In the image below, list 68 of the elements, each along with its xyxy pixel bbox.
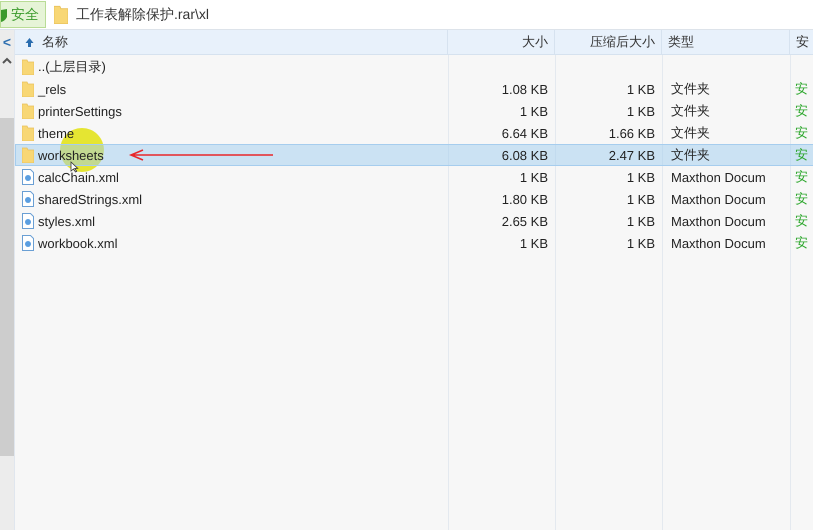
file-name: _rels bbox=[38, 82, 66, 96]
packed-size: 1 KB bbox=[626, 82, 655, 96]
folder-icon bbox=[54, 5, 68, 24]
file-row[interactable]: _rels 1.08 KB 1 KB 文件夹 安 bbox=[15, 78, 813, 100]
packed-size: 1 KB bbox=[626, 214, 655, 228]
file-type: Maxthon Docum bbox=[671, 214, 766, 228]
file-name: calcChain.xml bbox=[38, 170, 119, 184]
file-type: 文件夹 bbox=[671, 125, 710, 140]
file-row[interactable]: printerSettings 1 KB 1 KB 文件夹 安 bbox=[15, 100, 813, 122]
file-size: 1.80 KB bbox=[502, 192, 548, 206]
file-row[interactable]: worksheets 6.08 KB 2.47 KB 文件夹 安 bbox=[15, 144, 813, 166]
file-name: printerSettings bbox=[38, 104, 122, 118]
packed-size: 1 KB bbox=[626, 104, 655, 118]
file-name: ..(上层目录) bbox=[38, 58, 106, 76]
column-header[interactable]: 安 bbox=[790, 30, 813, 54]
folder-icon bbox=[22, 125, 34, 141]
file-size: 1 KB bbox=[520, 236, 548, 250]
file-type: Maxthon Docum bbox=[671, 170, 766, 184]
folder-icon bbox=[22, 103, 34, 119]
file-size: 1 KB bbox=[520, 170, 548, 184]
scrollbar-thumb[interactable] bbox=[0, 118, 14, 456]
security-status: 安 bbox=[795, 125, 808, 140]
document-icon bbox=[22, 169, 34, 185]
address-field[interactable]: 工作表解除保护.rar\xl bbox=[46, 0, 813, 29]
security-status: 安 bbox=[795, 169, 808, 184]
folder-icon bbox=[22, 59, 34, 75]
security-status: 安 bbox=[795, 81, 808, 96]
column-header[interactable]: 大小 bbox=[448, 30, 555, 54]
security-status: 安 bbox=[795, 147, 808, 162]
back-button[interactable]: < bbox=[2, 30, 12, 54]
shield-icon bbox=[1, 8, 7, 22]
packed-size: 2.47 KB bbox=[608, 148, 655, 162]
column-header[interactable]: 类型 bbox=[662, 30, 790, 54]
packed-size: 1 KB bbox=[626, 192, 655, 206]
file-size: 2.65 KB bbox=[502, 214, 548, 228]
file-name: sharedStrings.xml bbox=[38, 192, 142, 206]
file-row[interactable]: calcChain.xml 1 KB 1 KB Maxthon Docum 安 bbox=[15, 166, 813, 188]
file-size: 6.64 KB bbox=[502, 126, 548, 140]
file-type: Maxthon Docum bbox=[671, 192, 766, 206]
packed-size: 1 KB bbox=[626, 170, 655, 184]
mouse-pointer-icon bbox=[70, 161, 79, 173]
file-size: 1.08 KB bbox=[502, 82, 548, 96]
column-header[interactable]: 名称 bbox=[42, 33, 68, 51]
packed-size: 1.66 KB bbox=[608, 126, 655, 140]
file-type: 文件夹 bbox=[671, 147, 710, 162]
file-name: workbook.xml bbox=[38, 236, 118, 250]
folder-icon bbox=[22, 81, 34, 97]
file-name: styles.xml bbox=[38, 214, 96, 228]
folder-icon bbox=[22, 147, 34, 163]
file-row[interactable]: workbook.xml 1 KB 1 KB Maxthon Docum 安 bbox=[15, 232, 813, 254]
file-row[interactable]: sharedStrings.xml 1.80 KB 1 KB Maxthon Docum 安 bbox=[15, 188, 813, 210]
file-row[interactable]: ..(上层目录) bbox=[15, 56, 813, 78]
security-status: 安 bbox=[795, 213, 808, 228]
packed-size: 1 KB bbox=[626, 236, 655, 250]
security-status: 安 bbox=[795, 191, 808, 206]
document-icon bbox=[22, 213, 34, 229]
file-size: 6.08 KB bbox=[502, 148, 548, 162]
document-icon bbox=[22, 235, 34, 251]
file-name: worksheets bbox=[38, 148, 104, 162]
file-row[interactable]: styles.xml 2.65 KB 1 KB Maxthon Docum 安 bbox=[15, 210, 813, 232]
file-type: 文件夹 bbox=[671, 81, 710, 96]
file-type: 文件夹 bbox=[671, 103, 710, 118]
column-header[interactable]: 压缩后大小 bbox=[555, 30, 662, 54]
file-size: 1 KB bbox=[520, 104, 548, 118]
security-status: 安 bbox=[795, 103, 808, 118]
security-status: 安 bbox=[795, 235, 808, 250]
document-icon bbox=[22, 191, 34, 207]
file-type: Maxthon Docum bbox=[671, 236, 766, 250]
